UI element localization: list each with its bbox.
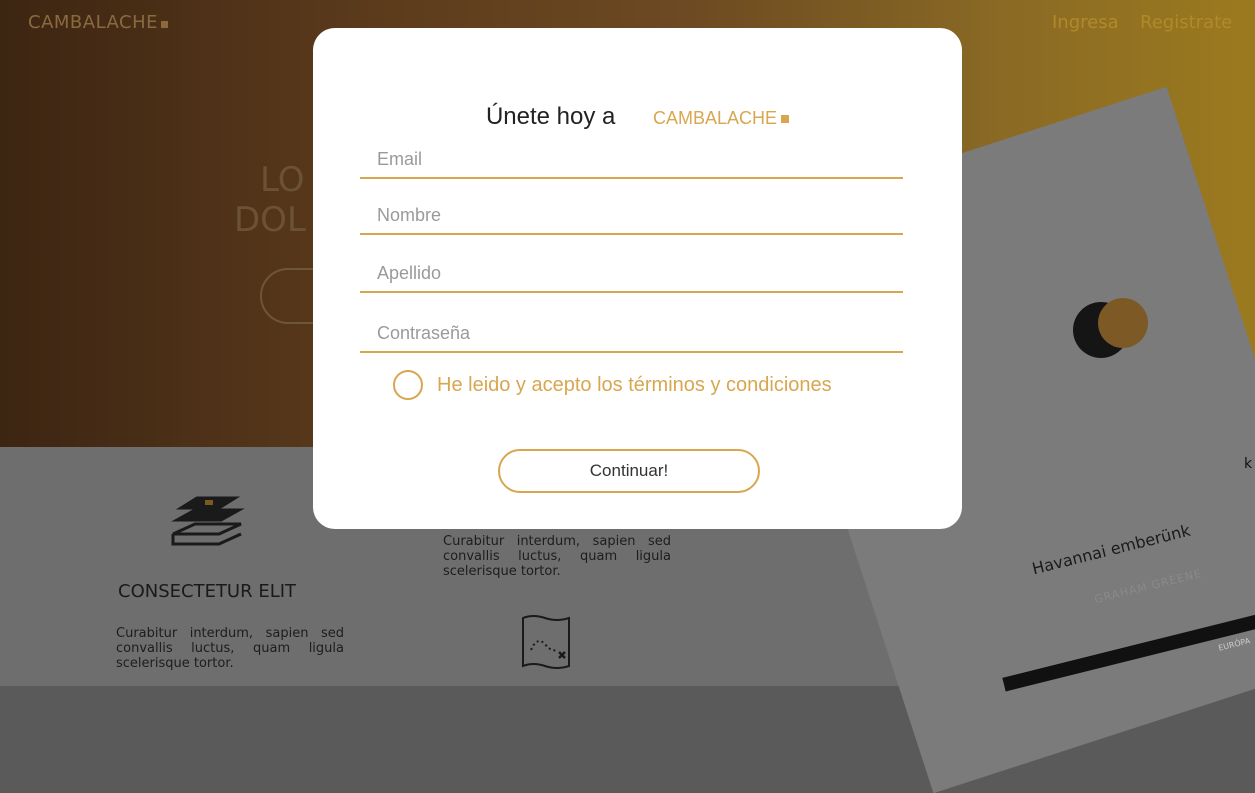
feature-2-text: Curabitur interdum, sapien sed convallis… (443, 534, 671, 579)
feature-1-text: Curabitur interdum, sapien sed convallis… (116, 626, 344, 671)
modal-heading-text: Únete hoy a (485, 103, 616, 130)
name-field[interactable] (360, 197, 903, 235)
hero-line-1: LO (260, 160, 305, 200)
modal-brand-text: CAMBALACHE (653, 108, 778, 128)
map-icon (522, 615, 570, 669)
hero-line-2: DOL (234, 200, 306, 240)
site-logo[interactable]: CAMBALACHE (28, 12, 168, 33)
nav-login-link[interactable]: Ingresa (1052, 12, 1119, 33)
books-icon (171, 496, 245, 546)
password-field[interactable] (360, 315, 903, 353)
terms-checkbox-row[interactable]: He leido y acepto los términos y condici… (393, 370, 832, 400)
terms-radio[interactable] (393, 370, 423, 400)
book-spine-letter: k (1244, 456, 1253, 472)
signup-modal: Únete hoy a CAMBALACHE He leido y acepto… (313, 28, 962, 529)
feature-1-title: CONSECTETUR ELIT (118, 581, 297, 602)
brand-square-icon (781, 115, 790, 124)
continue-button[interactable]: Continuar! (498, 449, 760, 493)
modal-heading: Únete hoy a CAMBALACHE (313, 102, 962, 131)
terms-label: He leido y acepto los términos y condici… (437, 373, 832, 396)
surname-field[interactable] (360, 255, 903, 293)
nav-register-link[interactable]: Registrate (1140, 12, 1232, 33)
site-logo-text: CAMBALACHE (28, 12, 158, 33)
cover-gold-circle (1098, 298, 1148, 348)
modal-brand: CAMBALACHE (653, 108, 790, 128)
email-field[interactable] (360, 141, 903, 179)
logo-square-icon (161, 21, 168, 28)
